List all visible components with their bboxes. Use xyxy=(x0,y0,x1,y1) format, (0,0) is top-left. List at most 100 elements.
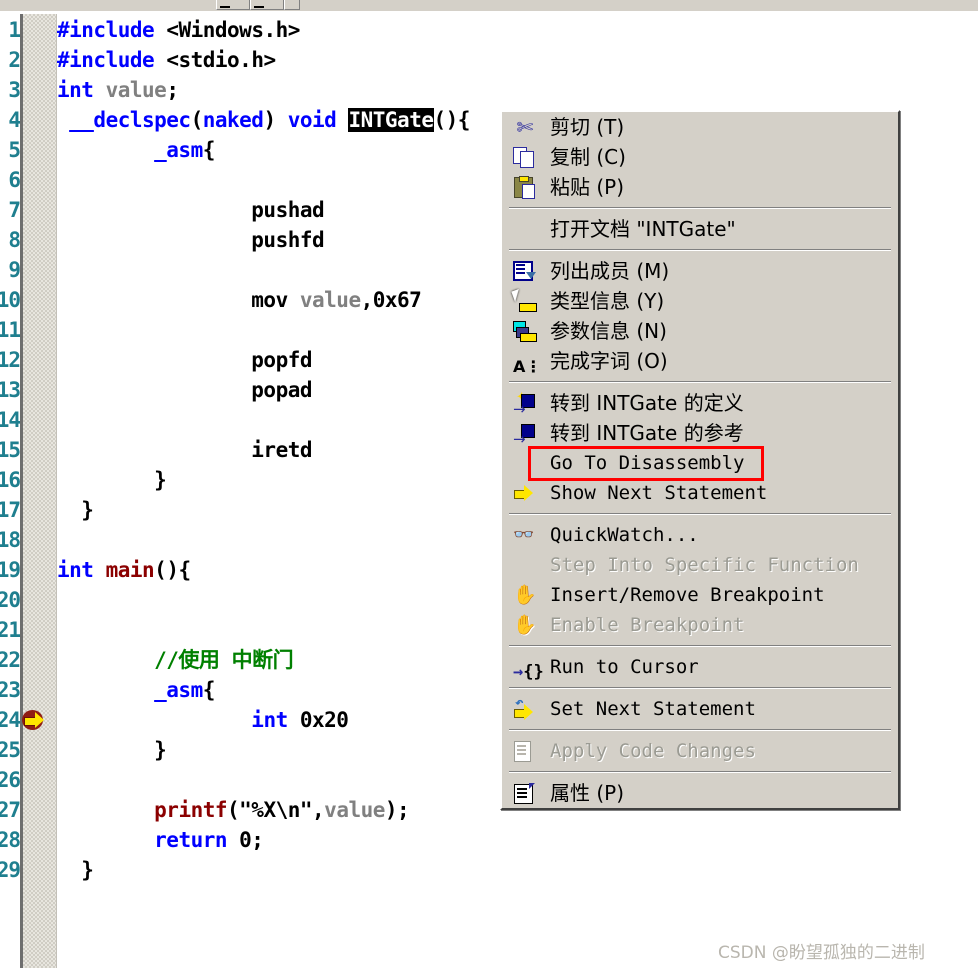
line-number: 15 xyxy=(0,438,20,462)
menu-item-copy[interactable]: 复制 (C) xyxy=(502,142,898,172)
line-number: 11 xyxy=(0,318,20,342)
line-number: 16 xyxy=(0,468,20,492)
list-members-icon xyxy=(513,260,537,282)
menu-item-show-next-statement[interactable]: Show Next Statement xyxy=(502,478,898,508)
menu-item-apply-code-changes: Apply Code Changes xyxy=(502,736,898,766)
menu-item-enable-breakpoint: ✋ Enable Breakpoint xyxy=(502,610,898,640)
properties-icon xyxy=(513,782,537,804)
menu-item-complete-word[interactable]: A⋮ 完成字词 (O) xyxy=(502,346,898,376)
menu-item-type-info[interactable]: 类型信息 (Y) xyxy=(502,286,898,316)
code-line[interactable]: int 0x20 xyxy=(57,705,349,735)
line-number: 26 xyxy=(0,768,20,792)
menu-separator xyxy=(509,645,891,647)
yellow-arrow-icon xyxy=(513,482,537,504)
menu-item-param-info[interactable]: 参数信息 (N) xyxy=(502,316,898,346)
menu-item-cut[interactable]: ✄ 剪切 (T) xyxy=(502,112,898,142)
code-line[interactable]: } xyxy=(57,855,94,885)
line-number: 27 xyxy=(0,798,20,822)
code-line[interactable]: int main(){ xyxy=(57,555,191,585)
code-line[interactable]: popad xyxy=(57,375,312,405)
code-line[interactable]: pushfd xyxy=(57,225,324,255)
line-number: 20 xyxy=(0,588,20,612)
menu-item-label: 粘贴 (P) xyxy=(550,175,625,199)
menu-item-quickwatch[interactable]: 👓 QuickWatch... xyxy=(502,520,898,550)
menu-item-paste[interactable]: 粘贴 (P) xyxy=(502,172,898,202)
menu-item-set-next-statement[interactable]: ↶ Set Next Statement xyxy=(502,694,898,724)
hand-icon: ✋ xyxy=(513,584,537,606)
code-line[interactable]: return 0; xyxy=(57,825,264,855)
line-number: 25 xyxy=(0,738,20,762)
code-line[interactable]: //使用 中断门 xyxy=(57,645,293,675)
csdn-watermark: CSDN @盼望孤独的二进制 xyxy=(718,943,925,963)
menu-item-label: 类型信息 (Y) xyxy=(550,289,665,313)
menu-item-label: QuickWatch... xyxy=(550,524,699,546)
set-next-icon: ↶ xyxy=(513,696,537,720)
close-button[interactable] xyxy=(284,0,300,10)
menu-separator xyxy=(509,687,891,689)
window-title-bar xyxy=(0,0,978,15)
line-number: 9 xyxy=(8,258,20,282)
minimize-button[interactable] xyxy=(216,0,250,10)
scissors-icon: ✄ xyxy=(516,115,534,139)
menu-item-properties[interactable]: 属性 (P) xyxy=(502,778,898,808)
glasses-icon: 👓 xyxy=(513,525,535,545)
menu-item-label: 列出成员 (M) xyxy=(550,259,670,283)
menu-item-open-document[interactable]: 打开文档 "INTGate" xyxy=(502,214,898,244)
menu-item-label: 转到 INTGate 的定义 xyxy=(550,391,744,415)
menu-item-run-to-cursor[interactable]: →{} Run to Cursor xyxy=(502,652,898,682)
context-menu[interactable]: ✄ 剪切 (T) 复制 (C) 粘贴 (P) 打开文档 "INTGate" 列出成员 (M… xyxy=(500,110,900,810)
code-line[interactable]: pushad xyxy=(57,195,324,225)
line-number: 10 xyxy=(0,288,20,312)
menu-item-label: Insert/Remove Breakpoint xyxy=(550,584,825,606)
line-number-gutter: 1 2 3 4 5 6 7 8 9 10 11 12 13 14 15 16 17 18 19 20 21 22 23 24 2… xyxy=(0,14,20,968)
code-line[interactable]: } xyxy=(57,735,167,765)
paste-icon xyxy=(513,176,537,199)
menu-item-label: 剪切 (T) xyxy=(550,115,625,139)
line-number: 4 xyxy=(8,108,20,132)
line-number: 3 xyxy=(8,78,20,102)
line-number: 6 xyxy=(8,168,20,192)
menu-item-label: Set Next Statement xyxy=(550,698,756,720)
line-number: 23 xyxy=(0,678,20,702)
menu-item-label: 属性 (P) xyxy=(550,781,625,805)
code-line[interactable]: } xyxy=(57,495,94,525)
breakpoint-margin[interactable] xyxy=(23,14,56,968)
menu-item-list-members[interactable]: 列出成员 (M) xyxy=(502,256,898,286)
code-line[interactable]: #include <stdio.h> xyxy=(57,45,276,75)
complete-word-icon: A⋮ xyxy=(513,357,542,376)
line-number: 5 xyxy=(8,138,20,162)
code-line[interactable]: mov value,0x67 xyxy=(57,285,422,315)
apply-code-icon xyxy=(513,740,537,762)
goto-definition-icon: ✦→ xyxy=(513,391,537,417)
menu-item-label: 完成字词 (O) xyxy=(550,349,668,373)
menu-item-go-to-disassembly[interactable]: Go To Disassembly xyxy=(502,448,898,478)
hand-disabled-icon: ✋ xyxy=(513,614,537,636)
code-line[interactable]: printf("%X\n",value); xyxy=(57,795,410,825)
menu-item-label: Step Into Specific Function xyxy=(550,554,859,576)
code-line[interactable]: popfd xyxy=(57,345,312,375)
code-line[interactable]: _asm{ xyxy=(57,675,215,705)
menu-item-goto-definition[interactable]: ✦→ 转到 INTGate 的定义 xyxy=(502,388,898,418)
menu-item-label: Show Next Statement xyxy=(550,482,768,504)
type-info-icon xyxy=(511,288,537,312)
line-number: 8 xyxy=(8,228,20,252)
menu-item-goto-reference[interactable]: → 转到 INTGate 的参考 xyxy=(502,418,898,448)
menu-item-insert-remove-bp[interactable]: ✋ Insert/Remove Breakpoint xyxy=(502,580,898,610)
menu-item-label: 参数信息 (N) xyxy=(550,319,667,343)
code-line[interactable]: _asm{ xyxy=(57,135,215,165)
goto-reference-icon: → xyxy=(513,422,537,447)
comment-text: //使用 中断门 xyxy=(57,648,294,672)
menu-item-label: Run to Cursor xyxy=(550,656,699,678)
code-line[interactable]: #include <Windows.h> xyxy=(57,15,300,45)
code-line[interactable]: } xyxy=(57,465,167,495)
line-number: 29 xyxy=(0,858,20,882)
line-number: 24 xyxy=(0,708,20,732)
code-line[interactable]: int value; xyxy=(57,75,179,105)
menu-item-label: 转到 INTGate 的参考 xyxy=(550,421,744,445)
line-number: 19 xyxy=(0,558,20,582)
menu-separator xyxy=(509,207,891,209)
maximize-restore-button[interactable] xyxy=(250,0,284,10)
menu-separator xyxy=(509,729,891,731)
code-line[interactable]: __declspec(naked) void INTGate(){ xyxy=(57,105,470,135)
code-line[interactable]: iretd xyxy=(57,435,312,465)
